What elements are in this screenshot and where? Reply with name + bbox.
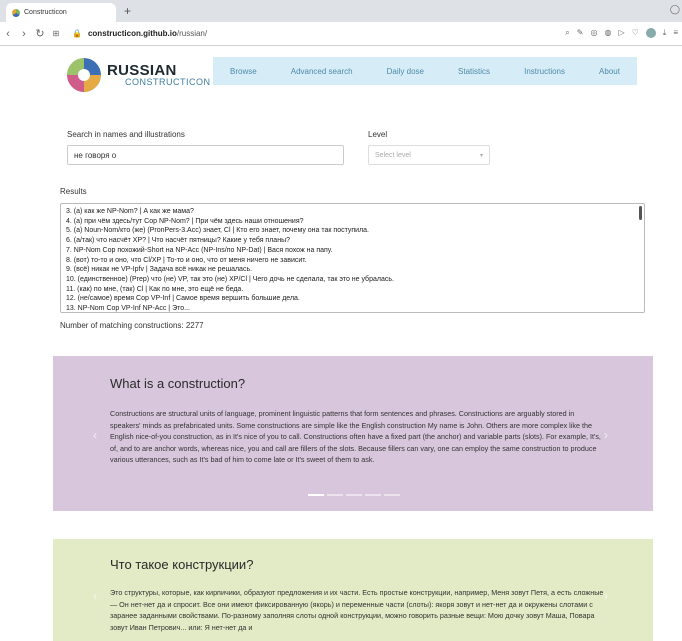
results-label: Results [60,187,87,196]
level-label: Level [368,130,388,139]
result-item[interactable]: 3. (а) как же NP-Nom? | А как же мама? [66,207,639,217]
carousel-dot[interactable] [365,494,381,496]
download-icon[interactable]: ⤓ [663,28,667,38]
carousel-ru: ‹ Что такое конструкции? Это структуры, … [53,539,653,641]
menu-icon[interactable]: ≡ [673,28,678,38]
page: RUSSIAN CONSTRUCTICON Browse Advanced se… [0,46,682,641]
logo-subtitle: CONSTRUCTICON [125,77,211,87]
carousel-en: ‹ What is a construction? Constructions … [53,356,653,511]
nav-instructions[interactable]: Instructions [524,67,565,76]
nav-browse[interactable]: Browse [230,67,257,76]
carousel-indicators [308,494,400,496]
camera-icon[interactable]: ◎ [590,28,597,38]
result-item[interactable]: 4. (а) при чём здесь/тут Cop NP-Nom? | П… [66,217,639,227]
edit-icon[interactable]: ✎ [577,28,584,38]
result-item[interactable]: 7. NP-Nom Cop похожий-Short на NP-Acc (N… [66,246,639,256]
result-item[interactable]: 12. (не/самое) время Cop VP-Inf | Самое … [66,294,639,304]
result-item[interactable]: 5. (а) Noun-Nom/кто (же) (PronPers-3.Acc… [66,226,639,236]
lock-icon: 🔒 [72,29,82,38]
tab-bar: Constructicon + ◯ [0,0,682,22]
scrollbar-thumb[interactable] [639,206,642,220]
result-item[interactable]: 6. (а/так) что насчёт XP? | Что насчёт п… [66,236,639,246]
carousel-prev-icon[interactable]: ‹ [93,428,97,442]
panel-body: Это структуры, которые, как кирпичики, о… [110,588,604,632]
panel-body: Constructions are structural units of la… [110,409,601,464]
nav-statistics[interactable]: Statistics [458,67,490,76]
tab-title: Constructicon [24,9,67,16]
result-item[interactable]: 11. (как) по мне, (так) Cl | Как по мне,… [66,285,639,295]
results-list[interactable]: 3. (а) как же NP-Nom? | А как же мама? 4… [60,203,645,313]
carousel-next-icon[interactable]: › [604,428,608,442]
match-count: Number of matching constructions: 2277 [60,321,204,330]
url-text: constructicon.github.io/russian/ [87,29,208,38]
forward-icon[interactable]: › [16,28,32,40]
browser-tab[interactable]: Constructicon [6,3,116,22]
result-item[interactable]: 9. (всё) никак не VP-Ipfv | Задача всё н… [66,265,639,275]
panel-title: Что такое конструкции? [110,557,254,572]
carousel-dot[interactable] [384,494,400,496]
level-select[interactable]: Select level ▾ [368,145,490,165]
new-tab-button[interactable]: + [124,3,131,19]
carousel-dot[interactable] [308,494,324,496]
profile-avatar[interactable] [645,28,656,38]
browser-toolbar: ‹ › ↻ ⊞ 🔒 constructicon.github.io/russia… [0,22,682,46]
panel-title: What is a construction? [110,376,246,391]
carousel-prev-icon[interactable]: ‹ [93,589,97,603]
reload-icon[interactable]: ↻ [32,27,48,40]
result-item[interactable]: 13. NP-Nom Cop VP-Inf NP-Acc | Это... [66,304,639,312]
logo-icon[interactable] [67,58,101,92]
apps-grid-icon[interactable]: ⊞ [48,29,64,38]
main-nav: Browse Advanced search Daily dose Statis… [213,57,637,85]
window-control-icon[interactable]: ◯ [670,4,680,15]
nav-about[interactable]: About [599,67,620,76]
heart-icon[interactable]: ♡ [632,28,639,38]
result-item[interactable]: 10. (единственное) (Prep) что (не) VP, т… [66,275,639,285]
carousel-dot[interactable] [327,494,343,496]
address-bar[interactable]: 🔒 constructicon.github.io/russian/ [72,29,207,38]
nav-daily-dose[interactable]: Daily dose [387,67,424,76]
send-icon[interactable]: ▷ [618,28,624,38]
back-icon[interactable]: ‹ [0,28,16,40]
shield-icon[interactable]: ◍ [604,28,611,38]
chevron-down-icon: ▾ [479,152,483,159]
carousel-next-icon[interactable]: › [604,589,608,603]
toolbar-icons: ⌕ ✎ ◎ ◍ ▷ ♡ ⤓ ≡ [565,28,678,38]
favicon-icon [12,8,20,17]
search-icon[interactable]: ⌕ [565,28,569,38]
search-label: Search in names and illustrations [67,130,185,139]
nav-advanced-search[interactable]: Advanced search [291,67,353,76]
carousel-dot[interactable] [346,494,362,496]
level-placeholder: Select level [375,151,411,159]
result-item[interactable]: 8. (вот) то-то и оно, что Cl/XP | То-то … [66,256,639,266]
site-header: RUSSIAN CONSTRUCTICON Browse Advanced se… [63,56,637,98]
search-input[interactable] [67,145,344,165]
